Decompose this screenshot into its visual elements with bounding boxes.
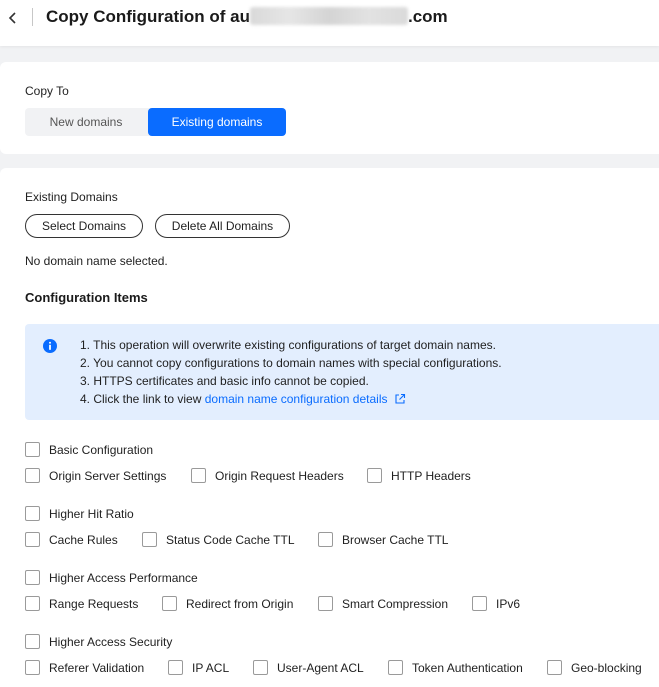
checkbox-box[interactable]	[142, 532, 157, 547]
copy-to-segmented-control: New domains Existing domains	[25, 108, 286, 136]
checkbox-label: Referer Validation	[49, 661, 145, 675]
checkbox-label: User-Agent ACL	[277, 661, 364, 675]
checkbox-label: Status Code Cache TTL	[166, 533, 295, 547]
copy-to-label: Copy To	[25, 84, 69, 98]
checkbox-box[interactable]	[25, 442, 40, 457]
notice-line-1: 1. This operation will overwrite existin…	[80, 338, 496, 352]
checkbox-box[interactable]	[25, 468, 40, 483]
checkbox-label: Higher Hit Ratio	[49, 507, 134, 521]
new-domains-option[interactable]: New domains	[25, 108, 147, 136]
checkbox-label: Basic Configuration	[49, 443, 154, 457]
page-title: Copy Configuration of au .com	[46, 7, 448, 27]
copy-to-card: Copy To New domains Existing domains	[0, 62, 659, 154]
checkbox-box[interactable]	[547, 660, 562, 675]
back-arrow-icon[interactable]	[6, 10, 20, 26]
checkbox-label: Origin Request Headers	[215, 469, 344, 483]
checkbox-box[interactable]	[25, 506, 40, 521]
notice-line-2: 2. You cannot copy configurations to dom…	[80, 356, 502, 370]
delete-all-domains-button[interactable]: Delete All Domains	[155, 214, 290, 238]
checkbox-label: Higher Access Security	[49, 635, 173, 649]
config-details-link[interactable]: domain name configuration details	[205, 392, 388, 406]
checkbox-label: HTTP Headers	[391, 469, 471, 483]
checkbox-label: Browser Cache TTL	[342, 533, 449, 547]
notice-line-3: 3. HTTPS certificates and basic info can…	[80, 374, 369, 388]
checkbox-box[interactable]	[388, 660, 403, 675]
checkbox-box[interactable]	[162, 596, 177, 611]
checkbox-box[interactable]	[472, 596, 487, 611]
checkbox-label: Higher Access Performance	[49, 571, 198, 585]
checkbox-box[interactable]	[367, 468, 382, 483]
checkbox-box[interactable]	[318, 596, 333, 611]
configuration-card: Existing Domains Select Domains Delete A…	[0, 168, 659, 687]
info-notice: 1. This operation will overwrite existin…	[25, 324, 659, 420]
existing-domains-label: Existing Domains	[25, 190, 118, 204]
notice-line-4-text: 4. Click the link to view	[80, 392, 205, 406]
configuration-items-title: Configuration Items	[25, 290, 148, 305]
checkbox-label: IPv6	[496, 597, 521, 611]
checkbox-label: Range Requests	[49, 597, 139, 611]
checkbox-box[interactable]	[25, 596, 40, 611]
notice-line-4: 4. Click the link to view domain name co…	[80, 392, 406, 406]
external-link-icon[interactable]	[394, 393, 406, 405]
checkbox-label: IP ACL	[192, 661, 230, 675]
checkbox-box[interactable]	[25, 634, 40, 649]
checkbox-box[interactable]	[191, 468, 206, 483]
checkbox-box[interactable]	[318, 532, 333, 547]
page-title-prefix: Copy Configuration of au	[46, 7, 250, 26]
checkbox-box[interactable]	[253, 660, 268, 675]
checkbox-box[interactable]	[168, 660, 183, 675]
redacted-domain	[249, 7, 408, 25]
checkbox-label: Token Authentication	[412, 661, 523, 675]
page-title-suffix: .com	[407, 7, 448, 26]
select-domains-button[interactable]: Select Domains	[25, 214, 143, 238]
checkbox-label: Origin Server Settings	[49, 469, 167, 483]
checkbox-label: Smart Compression	[342, 597, 449, 611]
header-divider	[32, 8, 33, 26]
checkbox-label: Redirect from Origin	[186, 597, 294, 611]
info-icon	[43, 339, 57, 353]
checkbox-label: Geo-blocking	[571, 661, 642, 675]
checkbox-box[interactable]	[25, 660, 40, 675]
existing-domains-option[interactable]: Existing domains	[148, 108, 286, 136]
page-header: Copy Configuration of au .com	[0, 0, 659, 46]
no-domain-selected-text: No domain name selected.	[25, 254, 168, 268]
checkbox-box[interactable]	[25, 532, 40, 547]
checkbox-box[interactable]	[25, 570, 40, 585]
checkbox-label: Cache Rules	[49, 533, 118, 547]
